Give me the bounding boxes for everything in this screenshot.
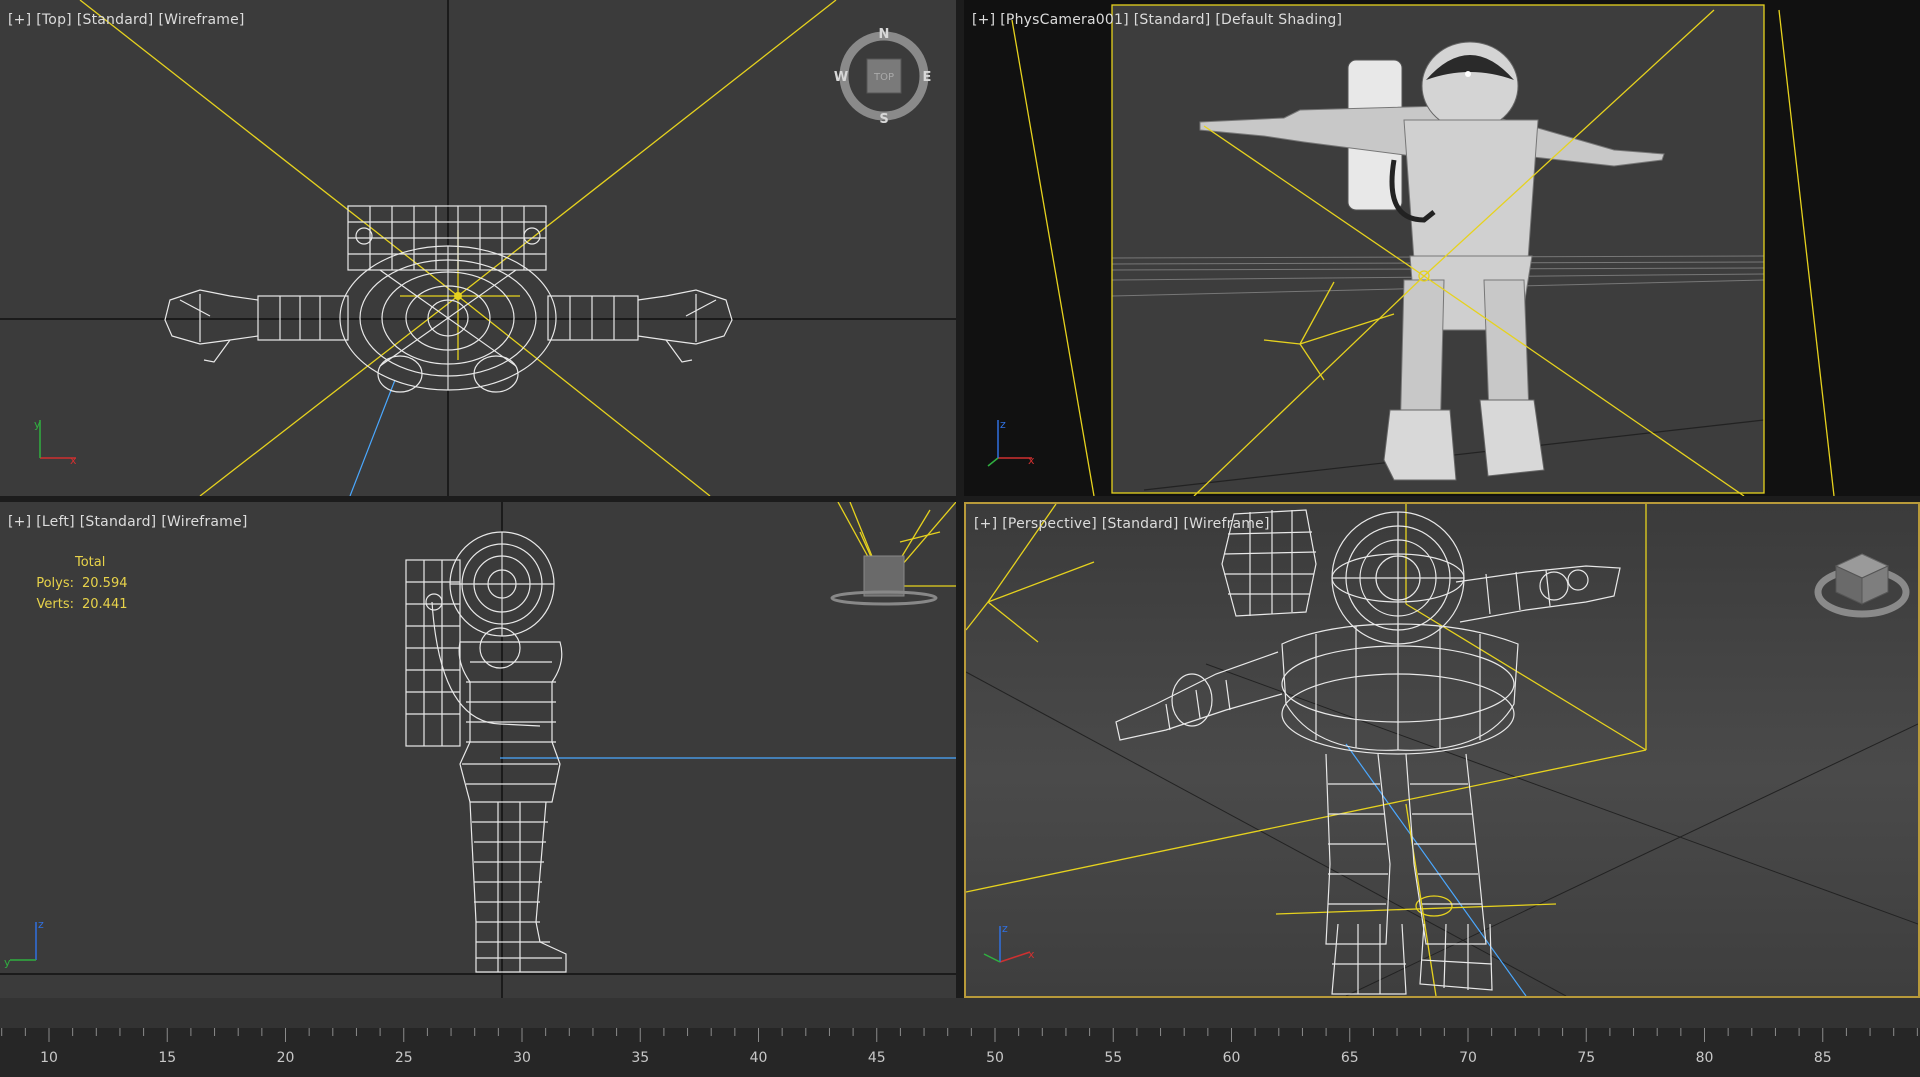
viewport-menu-plus[interactable]: [+] [972, 12, 995, 28]
compass-north: N [879, 27, 890, 42]
svg-text:y: y [34, 418, 41, 431]
timeline-frame-label: 40 [750, 1050, 768, 1066]
viewport-point-of-view[interactable]: [PhysCamera001] [1000, 12, 1128, 28]
polys-value: 20.594 [82, 576, 128, 591]
timeline-frame-label: 50 [986, 1050, 1004, 1066]
timeline-frame-label: 65 [1341, 1050, 1359, 1066]
time-slider-bar[interactable] [0, 998, 1920, 1028]
viewport-camera[interactable]: z x [+] [PhysCamera001] [Standard] [Default… [964, 0, 1920, 496]
timeline-frame-label: 55 [1104, 1050, 1122, 1066]
viewport-standard-mode[interactable]: [Standard] [80, 514, 157, 530]
viewport-label-top: [+] [Top] [Standard] [Wireframe] [8, 12, 250, 28]
viewport-point-of-view[interactable]: [Perspective] [1002, 516, 1097, 532]
scene-statistics: Total Polys: 20.594 Verts: 20.441 [20, 552, 128, 615]
astronaut-wireframe-perspective[interactable] [1115, 509, 1621, 995]
timeline-frame-label: 75 [1577, 1050, 1595, 1066]
axis-tripod-perspective: z x [983, 922, 1035, 963]
timeline-frame-label: 70 [1459, 1050, 1477, 1066]
svg-text:z: z [1002, 922, 1008, 935]
viewport-point-of-view[interactable]: [Top] [36, 12, 72, 28]
timeline-frame-label: 10 [40, 1050, 58, 1066]
viewport-shading-mode[interactable]: [Wireframe] [161, 514, 247, 530]
axis-tripod-top: y x [34, 418, 77, 467]
left-view-scene: z y [0, 502, 956, 998]
stats-header: Total [75, 555, 106, 570]
polys-label: Polys: [36, 576, 74, 591]
timeline-frame-label: 35 [631, 1050, 649, 1066]
svg-text:y: y [4, 956, 11, 969]
timeline-trackbar[interactable]: 10 15 20 25 30 35 40 45 50 55 60 65 70 75 80 85 [0, 1028, 1920, 1077]
viewport-menu-plus[interactable]: [+] [8, 514, 31, 530]
viewport-standard-mode[interactable]: [Standard] [77, 12, 154, 28]
viewport-shading-mode[interactable]: [Default Shading] [1215, 12, 1342, 28]
timeline-frame-label: 80 [1696, 1050, 1714, 1066]
viewport-left[interactable]: z y [+] [Left] [Standard] [Wireframe] Total… [0, 502, 956, 998]
timeline-frame-label: 85 [1814, 1050, 1832, 1066]
camera-frustum-persp[interactable] [966, 504, 1647, 996]
viewport-point-of-view[interactable]: [Left] [36, 514, 74, 530]
timeline-ruler[interactable]: 10 15 20 25 30 35 40 45 50 55 60 65 70 75 80 85 [0, 1028, 1920, 1077]
viewport-shading-mode[interactable]: [Wireframe] [158, 12, 244, 28]
top-view-scene: y x [0, 0, 956, 496]
svg-text:x: x [1028, 454, 1035, 467]
verts-value: 20.441 [82, 597, 128, 612]
axis-tripod-camera: z x [987, 418, 1035, 467]
svg-text:x: x [70, 454, 77, 467]
viewport-label-camera: [+] [PhysCamera001] [Standard] [Default Sha… [972, 12, 1347, 28]
perspective-view-scene: z x [966, 504, 1918, 996]
viewcube-3d[interactable] [1814, 546, 1910, 622]
svg-text:x: x [1028, 948, 1035, 961]
viewport-shading-mode[interactable]: [Wireframe] [1184, 516, 1270, 532]
timeline-frame-label: 30 [513, 1050, 531, 1066]
viewport-label-perspective: [+] [Perspective] [Standard] [Wireframe] [974, 516, 1275, 532]
timeline-frame-label: 60 [1223, 1050, 1241, 1066]
svg-text:z: z [38, 918, 44, 931]
timeline-frame-label: 25 [395, 1050, 413, 1066]
axis-tripod-left: z y [4, 918, 44, 969]
viewport-menu-plus[interactable]: [+] [974, 516, 997, 532]
astronaut-wireframe-left[interactable] [405, 531, 567, 973]
viewport-perspective[interactable]: z x [+] [Perspective] [Standard] [Wireframe… [964, 502, 1920, 998]
verts-label: Verts: [36, 597, 74, 612]
compass-east: E [923, 70, 932, 85]
camera-view-scene: z x [987, 4, 1835, 496]
timeline-frame-label: 45 [868, 1050, 886, 1066]
viewport-menu-plus[interactable]: [+] [8, 12, 31, 28]
timeline-frame-label: 15 [158, 1050, 176, 1066]
viewport-label-left: [+] [Left] [Standard] [Wireframe] [8, 514, 252, 530]
svg-text:z: z [1000, 418, 1006, 431]
viewcube-compass[interactable]: TOP N S E W [834, 26, 934, 126]
viewport-top[interactable]: y x TOP N S E W [+] [Top] [Standard] [Wiref… [0, 0, 956, 496]
compass-west: W [834, 70, 848, 85]
viewport-standard-mode[interactable]: [Standard] [1102, 516, 1179, 532]
viewport-standard-mode[interactable]: [Standard] [1134, 12, 1211, 28]
compass-south: S [879, 112, 888, 126]
viewcube-face-label[interactable]: TOP [873, 72, 894, 83]
timeline-frame-label: 20 [277, 1050, 295, 1066]
